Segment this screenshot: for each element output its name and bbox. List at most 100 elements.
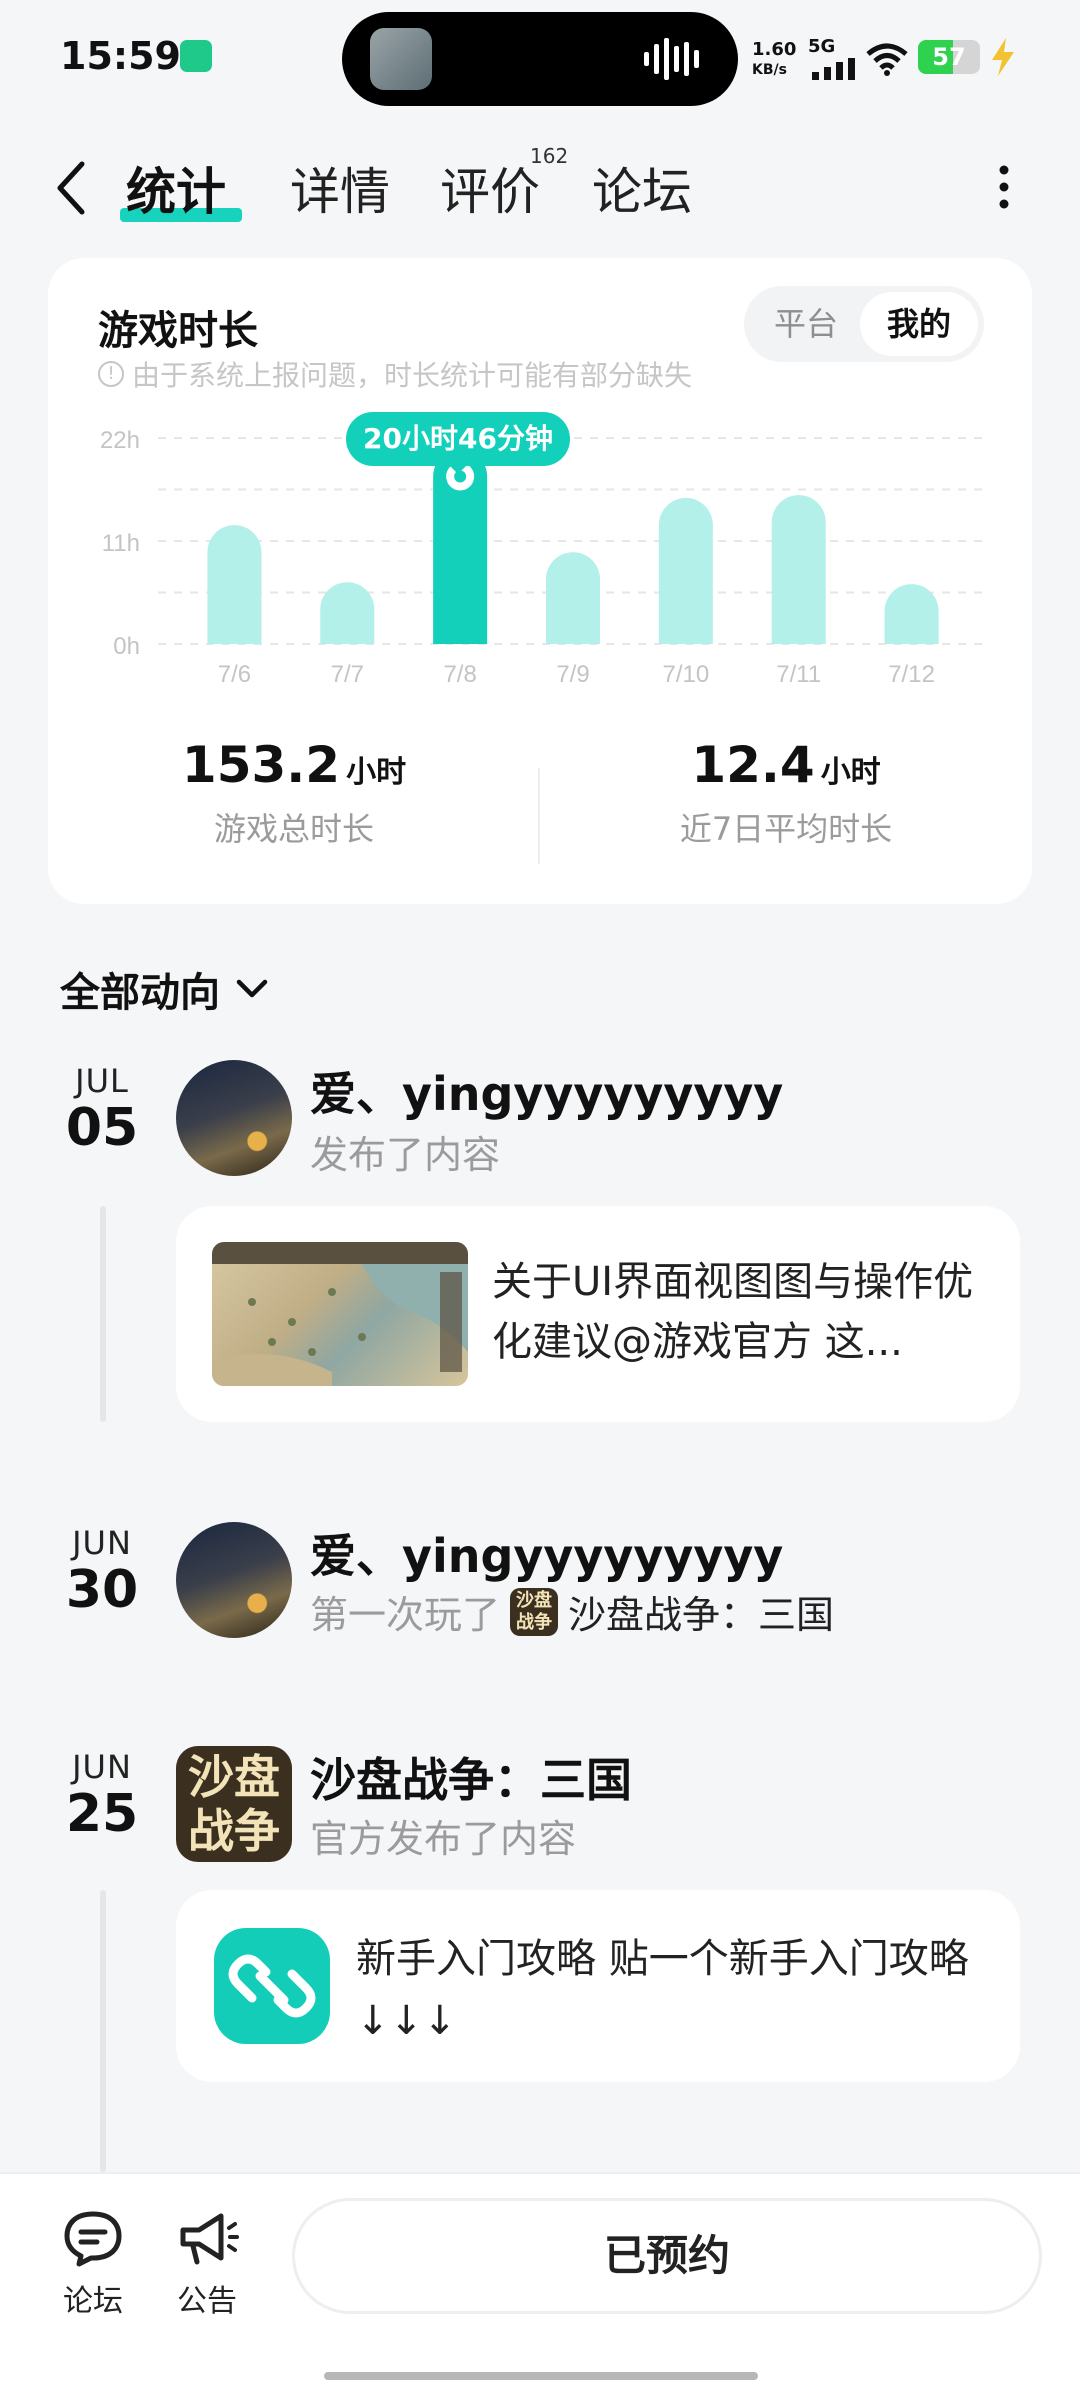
back-icon[interactable] (48, 158, 94, 218)
post-card[interactable]: 关于UI界面视图图与操作优化建议@游戏官方 这... (176, 1206, 1020, 1422)
user-avatar[interactable] (176, 1522, 292, 1638)
y-tick-label: 22h (100, 427, 140, 454)
feed-user-name[interactable]: 爱、yingyyyyyyyyy (310, 1058, 783, 1124)
activity-filter-label: 全部动向 (60, 970, 220, 1016)
battery-text: 57 (932, 43, 966, 71)
post-text: 关于UI界面视图图与操作优化建议@游戏官方 这... (492, 1259, 974, 1365)
date-month: JUL (75, 1062, 129, 1100)
toggle-mine[interactable]: 我的 (860, 292, 978, 356)
post-thumbnail (212, 1242, 468, 1386)
x-tick-label: 7/6 (218, 661, 251, 688)
forum-label: 论坛 (63, 2284, 123, 2319)
game-icon-char: 盘 (534, 1589, 553, 1611)
chart-bar[interactable] (884, 584, 939, 644)
net-speed: 1.60 KB/s (752, 40, 796, 80)
more-options-icon[interactable] (994, 164, 1014, 210)
tab-reviews[interactable]: 评价 (440, 152, 540, 224)
x-tick-label: 7/10 (662, 661, 709, 688)
chart-bar[interactable] (771, 495, 826, 644)
forum-button[interactable]: 论坛 (48, 2208, 138, 2320)
date-day: 25 (65, 1784, 139, 1844)
post-card[interactable]: 新手入门攻略 贴一个新手入门攻略 ↓↓↓ (176, 1890, 1020, 2082)
feed-date: JUL 05 (62, 1062, 142, 1156)
game-icon-char: 盘 (234, 1750, 280, 1804)
tab-stats[interactable]: 统计 (126, 152, 226, 224)
top-nav: 统计 详情 评价 162 论坛 (0, 140, 1080, 230)
chart-bar[interactable] (207, 525, 262, 644)
game-icon-char: 争 (534, 1611, 553, 1633)
game-icon-char: 战 (516, 1611, 535, 1633)
home-indicator (324, 2372, 758, 2380)
date-day: 05 (65, 1098, 139, 1158)
reviews-count-badge: 162 (530, 144, 569, 168)
x-tick-label: 7/12 (888, 661, 935, 688)
x-tick-label: 7/9 (556, 661, 589, 688)
link-icon (214, 1928, 330, 2044)
tab-forum[interactable]: 论坛 (592, 152, 692, 224)
feed-date: JUN 25 (62, 1748, 142, 1842)
bottom-action-bar: 论坛 公告 已预约 (0, 2172, 1080, 2388)
y-tick-label: 11h (102, 530, 140, 557)
status-bar: 15:59 1.60 KB/s 5G 57 (0, 0, 1080, 118)
game-icon-char: 沙 (516, 1589, 535, 1611)
feed-user-name[interactable]: 爱、yingyyyyyyyyy (310, 1520, 783, 1586)
chart-bar[interactable] (320, 582, 375, 644)
net-speed-unit: KB/s (752, 62, 787, 78)
feed-action-text: 官方发布了内容 (310, 1817, 577, 1861)
playtime-note-text: 由于系统上报问题，时长统计可能有部分缺失 (132, 359, 693, 392)
chat-bubble-icon (64, 2211, 122, 2267)
feed-action: 官方发布了内容 (310, 1808, 576, 1863)
toggle-platform[interactable]: 平台 (756, 292, 856, 356)
feed-action: 发布了内容 (310, 1124, 500, 1179)
date-month: JUN (72, 1748, 132, 1786)
chart-tooltip: 20小时46分钟 (346, 412, 570, 466)
feed-date: JUN 30 (62, 1524, 142, 1618)
feed-game-name[interactable]: 沙盘战争：三国 (310, 1744, 632, 1810)
y-tick-label: 0h (113, 633, 140, 660)
total-playtime-label: 游戏总时长 (213, 810, 374, 848)
post-text: 新手入门攻略 贴一个新手入门攻略 ↓↓↓ (356, 1936, 969, 2044)
total-playtime-value: 153.2 (181, 736, 341, 794)
megaphone-icon (180, 2213, 239, 2265)
game-icon: 沙盘 战争 (510, 1587, 559, 1636)
info-icon: ! (98, 361, 124, 387)
timeline-line (100, 1206, 106, 1422)
total-playtime-unit: 小时 (346, 755, 407, 790)
feed-action: 第一次玩了 沙盘 战争 沙盘战争：三国 (310, 1584, 834, 1639)
net-speed-value: 1.60 (752, 39, 797, 60)
notice-button[interactable]: 公告 (162, 2208, 252, 2320)
charging-icon (992, 38, 1014, 76)
data-source-toggle: 平台 我的 (744, 286, 984, 362)
chain-link-icon (228, 1954, 316, 2018)
network-type: 5G (808, 36, 836, 57)
chevron-down-icon (236, 979, 268, 998)
x-tick-label: 7/11 (776, 661, 821, 688)
chart-bar[interactable] (546, 552, 600, 644)
activity-filter[interactable]: 全部动向 (60, 960, 268, 1018)
user-avatar[interactable] (176, 1060, 292, 1176)
chart-bar[interactable] (658, 497, 713, 644)
tab-details[interactable]: 详情 (290, 152, 390, 224)
feed-action-text: 发布了内容 (310, 1133, 501, 1177)
app-notification-icon (180, 40, 212, 72)
dynamic-island[interactable] (342, 12, 738, 106)
average-playtime: 12.4 小时 近7日平均时长 (540, 736, 1032, 850)
timeline-line (100, 1890, 106, 2172)
game-icon-char: 争 (234, 1804, 280, 1858)
average-playtime-unit: 小时 (820, 755, 881, 790)
feed-action-text: 第一次玩了 (310, 1593, 501, 1637)
game-name-link[interactable]: 沙盘战争：三国 (568, 1584, 834, 1639)
game-icon-char: 沙 (188, 1750, 234, 1804)
chart-tooltip-tail (446, 462, 470, 474)
status-time: 15:59 (60, 34, 181, 78)
playtime-card: 游戏时长 ! 由于系统上报问题，时长统计可能有部分缺失 平台 我的 0h 11h 2… (48, 258, 1032, 904)
game-avatar[interactable]: 沙盘 战争 (176, 1746, 292, 1862)
signal-icon (812, 58, 855, 80)
average-playtime-value: 12.4 (691, 736, 815, 794)
map-thumbnail-image (212, 1242, 468, 1386)
audio-wave-icon (644, 38, 699, 80)
x-tick-label: 7/7 (331, 661, 364, 688)
playtime-note: ! 由于系统上报问题，时长统计可能有部分缺失 (98, 354, 692, 394)
x-tick-label: 7/8 (443, 661, 476, 688)
reserved-button[interactable]: 已预约 (292, 2198, 1042, 2314)
